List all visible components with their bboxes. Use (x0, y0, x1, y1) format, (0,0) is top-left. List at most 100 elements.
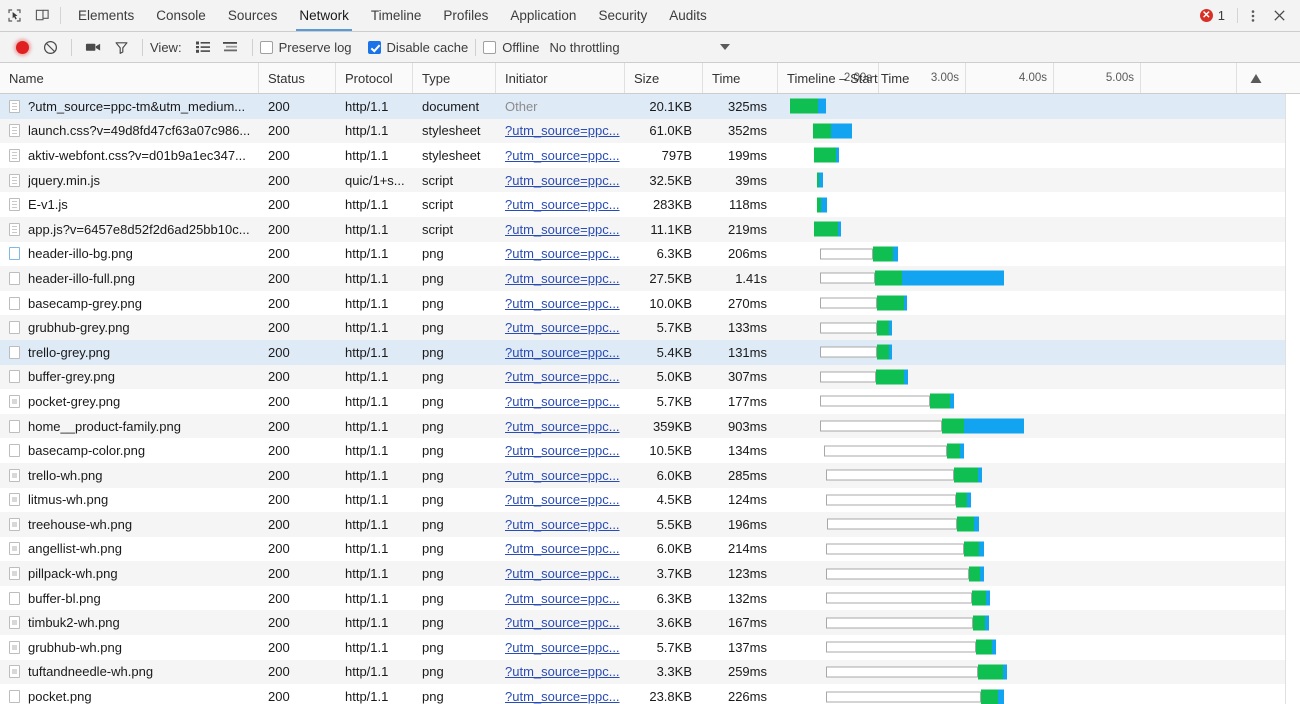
cell-initiator[interactable]: ?utm_source=ppc... (496, 222, 625, 237)
table-row[interactable]: basecamp-color.png200http/1.1png?utm_sou… (0, 438, 1300, 463)
initiator-link[interactable]: ?utm_source=ppc... (505, 394, 620, 409)
initiator-link[interactable]: ?utm_source=ppc... (505, 492, 620, 507)
table-row[interactable]: grubhub-wh.png200http/1.1png?utm_source=… (0, 635, 1300, 660)
cell-initiator[interactable]: ?utm_source=ppc... (496, 517, 625, 532)
tab-profiles[interactable]: Profiles (432, 0, 499, 31)
cell-initiator[interactable]: ?utm_source=ppc... (496, 640, 625, 655)
column-header-initiator[interactable]: Initiator (496, 63, 625, 93)
tab-console[interactable]: Console (145, 0, 217, 31)
cell-initiator[interactable]: ?utm_source=ppc... (496, 123, 625, 138)
tab-audits[interactable]: Audits (658, 0, 718, 31)
cell-initiator[interactable]: ?utm_source=ppc... (496, 541, 625, 556)
preserve-log-checkbox[interactable]: Preserve log (260, 40, 352, 55)
tab-timeline[interactable]: Timeline (360, 0, 433, 31)
table-row[interactable]: timbuk2-wh.png200http/1.1png?utm_source=… (0, 610, 1300, 635)
initiator-link[interactable]: ?utm_source=ppc... (505, 664, 620, 679)
tab-application[interactable]: Application (499, 0, 587, 31)
table-row[interactable]: pocket-grey.png200http/1.1png?utm_source… (0, 389, 1300, 414)
initiator-link[interactable]: ?utm_source=ppc... (505, 296, 620, 311)
initiator-link[interactable]: ?utm_source=ppc... (505, 345, 620, 360)
table-row[interactable]: jquery.min.js200quic/1+s...script?utm_so… (0, 168, 1300, 193)
tab-elements[interactable]: Elements (67, 0, 145, 31)
table-row[interactable]: header-illo-full.png200http/1.1png?utm_s… (0, 266, 1300, 291)
table-row[interactable]: home__product-family.png200http/1.1png?u… (0, 414, 1300, 439)
initiator-link[interactable]: ?utm_source=ppc... (505, 591, 620, 606)
table-row[interactable]: buffer-bl.png200http/1.1png?utm_source=p… (0, 586, 1300, 611)
initiator-link[interactable]: ?utm_source=ppc... (505, 517, 620, 532)
table-row[interactable]: trello-grey.png200http/1.1png?utm_source… (0, 340, 1300, 365)
initiator-link[interactable]: ?utm_source=ppc... (505, 566, 620, 581)
cell-initiator[interactable]: ?utm_source=ppc... (496, 591, 625, 606)
cell-initiator[interactable]: ?utm_source=ppc... (496, 664, 625, 679)
table-row[interactable]: E-v1.js200http/1.1script?utm_source=ppc.… (0, 192, 1300, 217)
cell-initiator[interactable]: ?utm_source=ppc... (496, 492, 625, 507)
column-header-name[interactable]: Name (0, 63, 259, 93)
camera-icon[interactable] (79, 35, 107, 59)
column-header-time[interactable]: Time (703, 63, 778, 93)
table-row[interactable]: tuftandneedle-wh.png200http/1.1png?utm_s… (0, 660, 1300, 685)
cell-initiator[interactable]: ?utm_source=ppc... (496, 394, 625, 409)
vertical-scrollbar[interactable] (1285, 94, 1300, 704)
cell-initiator[interactable]: ?utm_source=ppc... (496, 689, 625, 704)
cell-initiator[interactable]: ?utm_source=ppc... (496, 148, 625, 163)
initiator-link[interactable]: ?utm_source=ppc... (505, 443, 620, 458)
column-header-protocol[interactable]: Protocol (336, 63, 413, 93)
list-view-icon[interactable] (189, 35, 217, 59)
cell-initiator[interactable]: ?utm_source=ppc... (496, 271, 625, 286)
table-row[interactable]: buffer-grey.png200http/1.1png?utm_source… (0, 365, 1300, 390)
initiator-link[interactable]: ?utm_source=ppc... (505, 222, 620, 237)
initiator-link[interactable]: ?utm_source=ppc... (505, 173, 620, 188)
cell-initiator[interactable]: ?utm_source=ppc... (496, 615, 625, 630)
table-row[interactable]: angellist-wh.png200http/1.1png?utm_sourc… (0, 537, 1300, 562)
disable-cache-checkbox[interactable]: Disable cache (368, 40, 469, 55)
table-row[interactable]: aktiv-webfont.css?v=d01b9a1ec347...200ht… (0, 143, 1300, 168)
cell-initiator[interactable]: ?utm_source=ppc... (496, 419, 625, 434)
initiator-link[interactable]: ?utm_source=ppc... (505, 541, 620, 556)
tab-security[interactable]: Security (587, 0, 658, 31)
table-row[interactable]: pocket.png200http/1.1png?utm_source=ppc.… (0, 684, 1300, 704)
column-header-timeline[interactable]: Timeline – Start Time 2.00s 3.00s 4.00s … (778, 63, 1300, 93)
column-header-size[interactable]: Size (625, 63, 703, 93)
table-row[interactable]: basecamp-grey.png200http/1.1png?utm_sour… (0, 291, 1300, 316)
error-count-badge[interactable]: ✕ 1 (1200, 0, 1235, 31)
tab-network[interactable]: Network (288, 0, 360, 31)
filter-funnel-icon[interactable] (107, 35, 135, 59)
cell-initiator[interactable]: ?utm_source=ppc... (496, 468, 625, 483)
cell-initiator[interactable]: ?utm_source=ppc... (496, 443, 625, 458)
initiator-link[interactable]: ?utm_source=ppc... (505, 640, 620, 655)
table-row[interactable]: header-illo-bg.png200http/1.1png?utm_sou… (0, 242, 1300, 267)
table-row[interactable]: trello-wh.png200http/1.1png?utm_source=p… (0, 463, 1300, 488)
initiator-link[interactable]: ?utm_source=ppc... (505, 148, 620, 163)
table-row[interactable]: treehouse-wh.png200http/1.1png?utm_sourc… (0, 512, 1300, 537)
tab-sources[interactable]: Sources (217, 0, 289, 31)
initiator-link[interactable]: ?utm_source=ppc... (505, 123, 620, 138)
initiator-link[interactable]: ?utm_source=ppc... (505, 689, 620, 704)
device-toolbar-icon[interactable] (28, 0, 56, 31)
table-row[interactable]: ?utm_source=ppc-tm&utm_medium...200http/… (0, 94, 1300, 119)
initiator-link[interactable]: ?utm_source=ppc... (505, 320, 620, 335)
offline-checkbox[interactable]: Offline (483, 40, 539, 55)
cell-initiator[interactable]: ?utm_source=ppc... (496, 173, 625, 188)
initiator-link[interactable]: ?utm_source=ppc... (505, 271, 620, 286)
cell-initiator[interactable]: ?utm_source=ppc... (496, 369, 625, 384)
initiator-link[interactable]: ?utm_source=ppc... (505, 197, 620, 212)
column-header-status[interactable]: Status (259, 63, 336, 93)
table-row[interactable]: grubhub-grey.png200http/1.1png?utm_sourc… (0, 315, 1300, 340)
cell-initiator[interactable]: ?utm_source=ppc... (496, 320, 625, 335)
sort-ascending-arrow-icon[interactable] (1245, 63, 1267, 93)
waterfall-view-icon[interactable] (217, 35, 245, 59)
cell-initiator[interactable]: ?utm_source=ppc... (496, 345, 625, 360)
table-row[interactable]: launch.css?v=49d8fd47cf63a07c986...200ht… (0, 119, 1300, 144)
record-button-icon[interactable] (8, 35, 36, 59)
cell-initiator[interactable]: ?utm_source=ppc... (496, 296, 625, 311)
column-header-type[interactable]: Type (413, 63, 496, 93)
kebab-menu-icon[interactable] (1240, 0, 1266, 31)
clear-icon[interactable] (36, 35, 64, 59)
initiator-link[interactable]: ?utm_source=ppc... (505, 468, 620, 483)
throttling-dropdown[interactable]: No throttling (550, 40, 730, 55)
cell-initiator[interactable]: ?utm_source=ppc... (496, 197, 625, 212)
table-row[interactable]: pillpack-wh.png200http/1.1png?utm_source… (0, 561, 1300, 586)
cell-initiator[interactable]: ?utm_source=ppc... (496, 566, 625, 581)
table-row[interactable]: litmus-wh.png200http/1.1png?utm_source=p… (0, 488, 1300, 513)
table-row[interactable]: app.js?v=6457e8d52f2d6ad25bb10c...200htt… (0, 217, 1300, 242)
